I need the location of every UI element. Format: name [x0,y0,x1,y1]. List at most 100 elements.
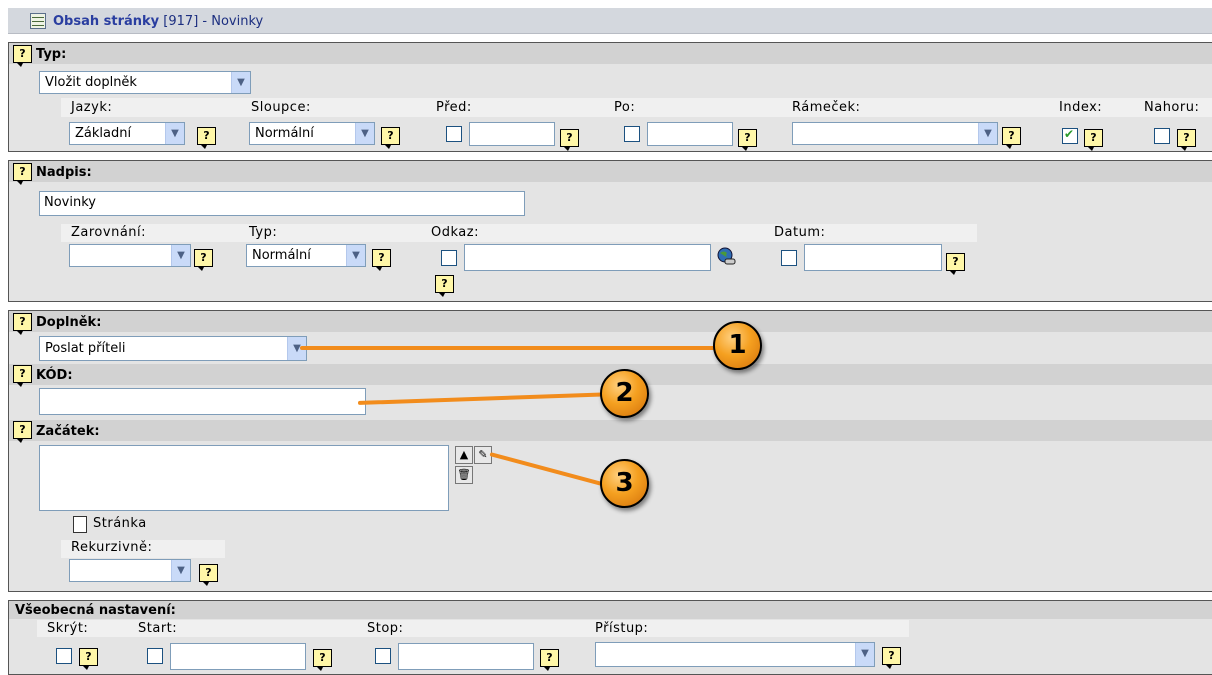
callout-2: 2 [600,369,649,418]
kod-input[interactable] [39,388,366,415]
callout-line-1 [300,346,720,350]
nadpis-label: Nadpis: [36,165,92,180]
trash-icon[interactable]: 🗑 [455,466,473,484]
addon-select[interactable]: Poslat příteli ▼ [39,336,307,361]
help-bubble-icon[interactable]: ? [372,249,391,271]
help-bubble-icon[interactable]: ? [946,253,965,275]
globe-link-icon[interactable] [716,247,736,267]
vseobecna-panel-header [9,601,1212,619]
skryt-label: Skrýt: [47,621,89,636]
zacatek-header [9,420,1212,441]
jazyk-label: Jazyk: [71,100,113,115]
help-bubble-icon[interactable]: ? [13,163,32,185]
po-label: Po: [614,100,636,115]
chevron-down-icon: ▼ [978,123,997,144]
help-bubble-icon[interactable]: ? [13,45,32,67]
nadpis-fields-label-strip [61,224,977,242]
po-input[interactable] [647,122,733,146]
help-bubble-icon[interactable]: ? [1002,127,1021,149]
datum-checkbox[interactable] [781,250,797,266]
pred-label: Před: [436,100,472,115]
callout-1: 1 [713,321,762,370]
chevron-down-icon: ▼ [171,245,190,266]
chevron-down-icon: ▼ [855,643,874,666]
page-title-bar: Obsah stránky [917] - Novinky [8,8,1212,34]
stop-checkbox[interactable] [375,648,391,664]
pristup-select[interactable]: ▼ [595,642,875,667]
zacatek-tree-box[interactable] [39,445,449,511]
help-bubble-icon[interactable]: ? [435,275,454,297]
table-icon [30,13,46,29]
index-checkbox[interactable] [1062,127,1078,144]
nadpis-input[interactable]: Novinky [39,191,525,216]
help-bubble-icon[interactable]: ? [13,421,32,443]
vseobecna-label: Všeobecná nastavení: [15,603,176,618]
kod-label: KÓD: [36,368,73,383]
help-bubble-icon[interactable]: ? [381,127,400,149]
zarovnani-select[interactable]: ▼ [69,244,191,267]
odkaz-input[interactable] [464,244,711,271]
start-checkbox[interactable] [147,648,163,664]
typ-panel: ? Typ: Vložit doplněk ▼ Jazyk: Sloupce: P… [8,42,1212,152]
chevron-down-icon: ▼ [165,123,184,144]
help-bubble-icon[interactable]: ? [199,564,218,586]
ramecek-select[interactable]: ▼ [792,122,998,145]
typ-panel-header [9,43,1212,64]
odkaz-checkbox[interactable] [441,250,457,266]
pred-checkbox[interactable] [446,126,462,142]
zarovnani-label: Zarovnání: [71,225,147,240]
nadpis-panel: ? Nadpis: Novinky Zarovnání: Typ: Odkaz:… [8,160,1212,302]
doplnek-label: Doplněk: [36,315,102,330]
stop-input[interactable] [398,643,534,670]
ramecek-label: Rámeček: [792,100,861,115]
nahoru-label: Nahoru: [1144,100,1200,115]
sloupce-label: Sloupce: [251,100,311,115]
odkaz-label: Odkaz: [431,225,479,240]
page-item-label[interactable]: Stránka [93,516,147,531]
help-bubble-icon[interactable]: ? [13,313,32,335]
typ-label: Typ: [36,47,67,62]
nadpis-typ-label: Typ: [249,225,278,240]
vseobecna-panel: Všeobecná nastavení: Skrýt: Start: Stop:… [8,600,1212,675]
chevron-down-icon: ▼ [355,123,374,144]
index-label: Index: [1059,100,1103,115]
zacatek-label: Začátek: [36,424,100,439]
pred-input[interactable] [469,122,555,146]
sloupce-select[interactable]: Normální ▼ [249,122,375,145]
type-select[interactable]: Vložit doplněk ▼ [39,71,251,94]
callout-3: 3 [600,459,649,508]
start-label: Start: [138,621,178,636]
typ-fields-label-strip [61,98,1212,117]
nadpis-panel-header [9,161,1212,182]
help-bubble-icon[interactable]: ? [13,365,32,387]
chevron-down-icon: ▼ [346,245,365,266]
doplnek-panel-header [9,311,1212,332]
rekurzivne-label: Rekurzivně: [71,540,153,555]
chevron-down-icon: ▼ [171,560,190,581]
help-bubble-icon[interactable]: ? [738,129,757,151]
rekurzivne-select[interactable]: ▼ [69,559,191,582]
help-bubble-icon[interactable]: ? [197,127,216,149]
help-bubble-icon[interactable]: ? [560,129,579,151]
help-bubble-icon[interactable]: ? [1084,129,1103,151]
help-bubble-icon[interactable]: ? [882,647,901,669]
help-bubble-icon[interactable]: ? [313,649,332,671]
help-bubble-icon[interactable]: ? [79,648,98,670]
nadpis-typ-select[interactable]: Normální ▼ [246,244,366,267]
datum-input[interactable] [804,244,942,271]
help-bubble-icon[interactable]: ? [540,649,559,671]
page-icon [73,516,87,533]
nahoru-checkbox[interactable] [1154,128,1170,144]
stop-label: Stop: [367,621,404,636]
chevron-down-icon: ▼ [231,72,250,93]
help-bubble-icon[interactable]: ? [194,249,213,271]
move-up-icon[interactable]: ▲ [455,446,473,464]
pristup-label: Přístup: [595,621,649,636]
help-bubble-icon[interactable]: ? [1177,129,1196,151]
jazyk-select[interactable]: Základní ▼ [69,122,185,145]
skryt-checkbox[interactable] [56,648,72,664]
datum-label: Datum: [774,225,826,240]
start-input[interactable] [170,643,306,670]
doplnek-panel: ? Doplněk: Poslat příteli ▼ ? KÓD: ? Začá… [8,310,1212,592]
po-checkbox[interactable] [624,126,640,142]
